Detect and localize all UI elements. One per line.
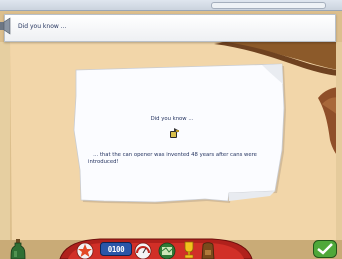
star-button[interactable] bbox=[76, 242, 94, 259]
potion-bottle-icon[interactable] bbox=[10, 239, 26, 259]
checkmark-button[interactable] bbox=[313, 240, 337, 258]
backpack-icon[interactable] bbox=[200, 241, 216, 259]
game-screen: Did you know ... Did you know ... ... th… bbox=[0, 0, 342, 259]
clock-value: 0100 bbox=[107, 245, 125, 254]
trophy-icon[interactable] bbox=[182, 241, 196, 259]
map-icon[interactable] bbox=[158, 242, 176, 259]
gauge-icon[interactable] bbox=[134, 242, 152, 259]
toolbar-graphics bbox=[59, 238, 253, 259]
